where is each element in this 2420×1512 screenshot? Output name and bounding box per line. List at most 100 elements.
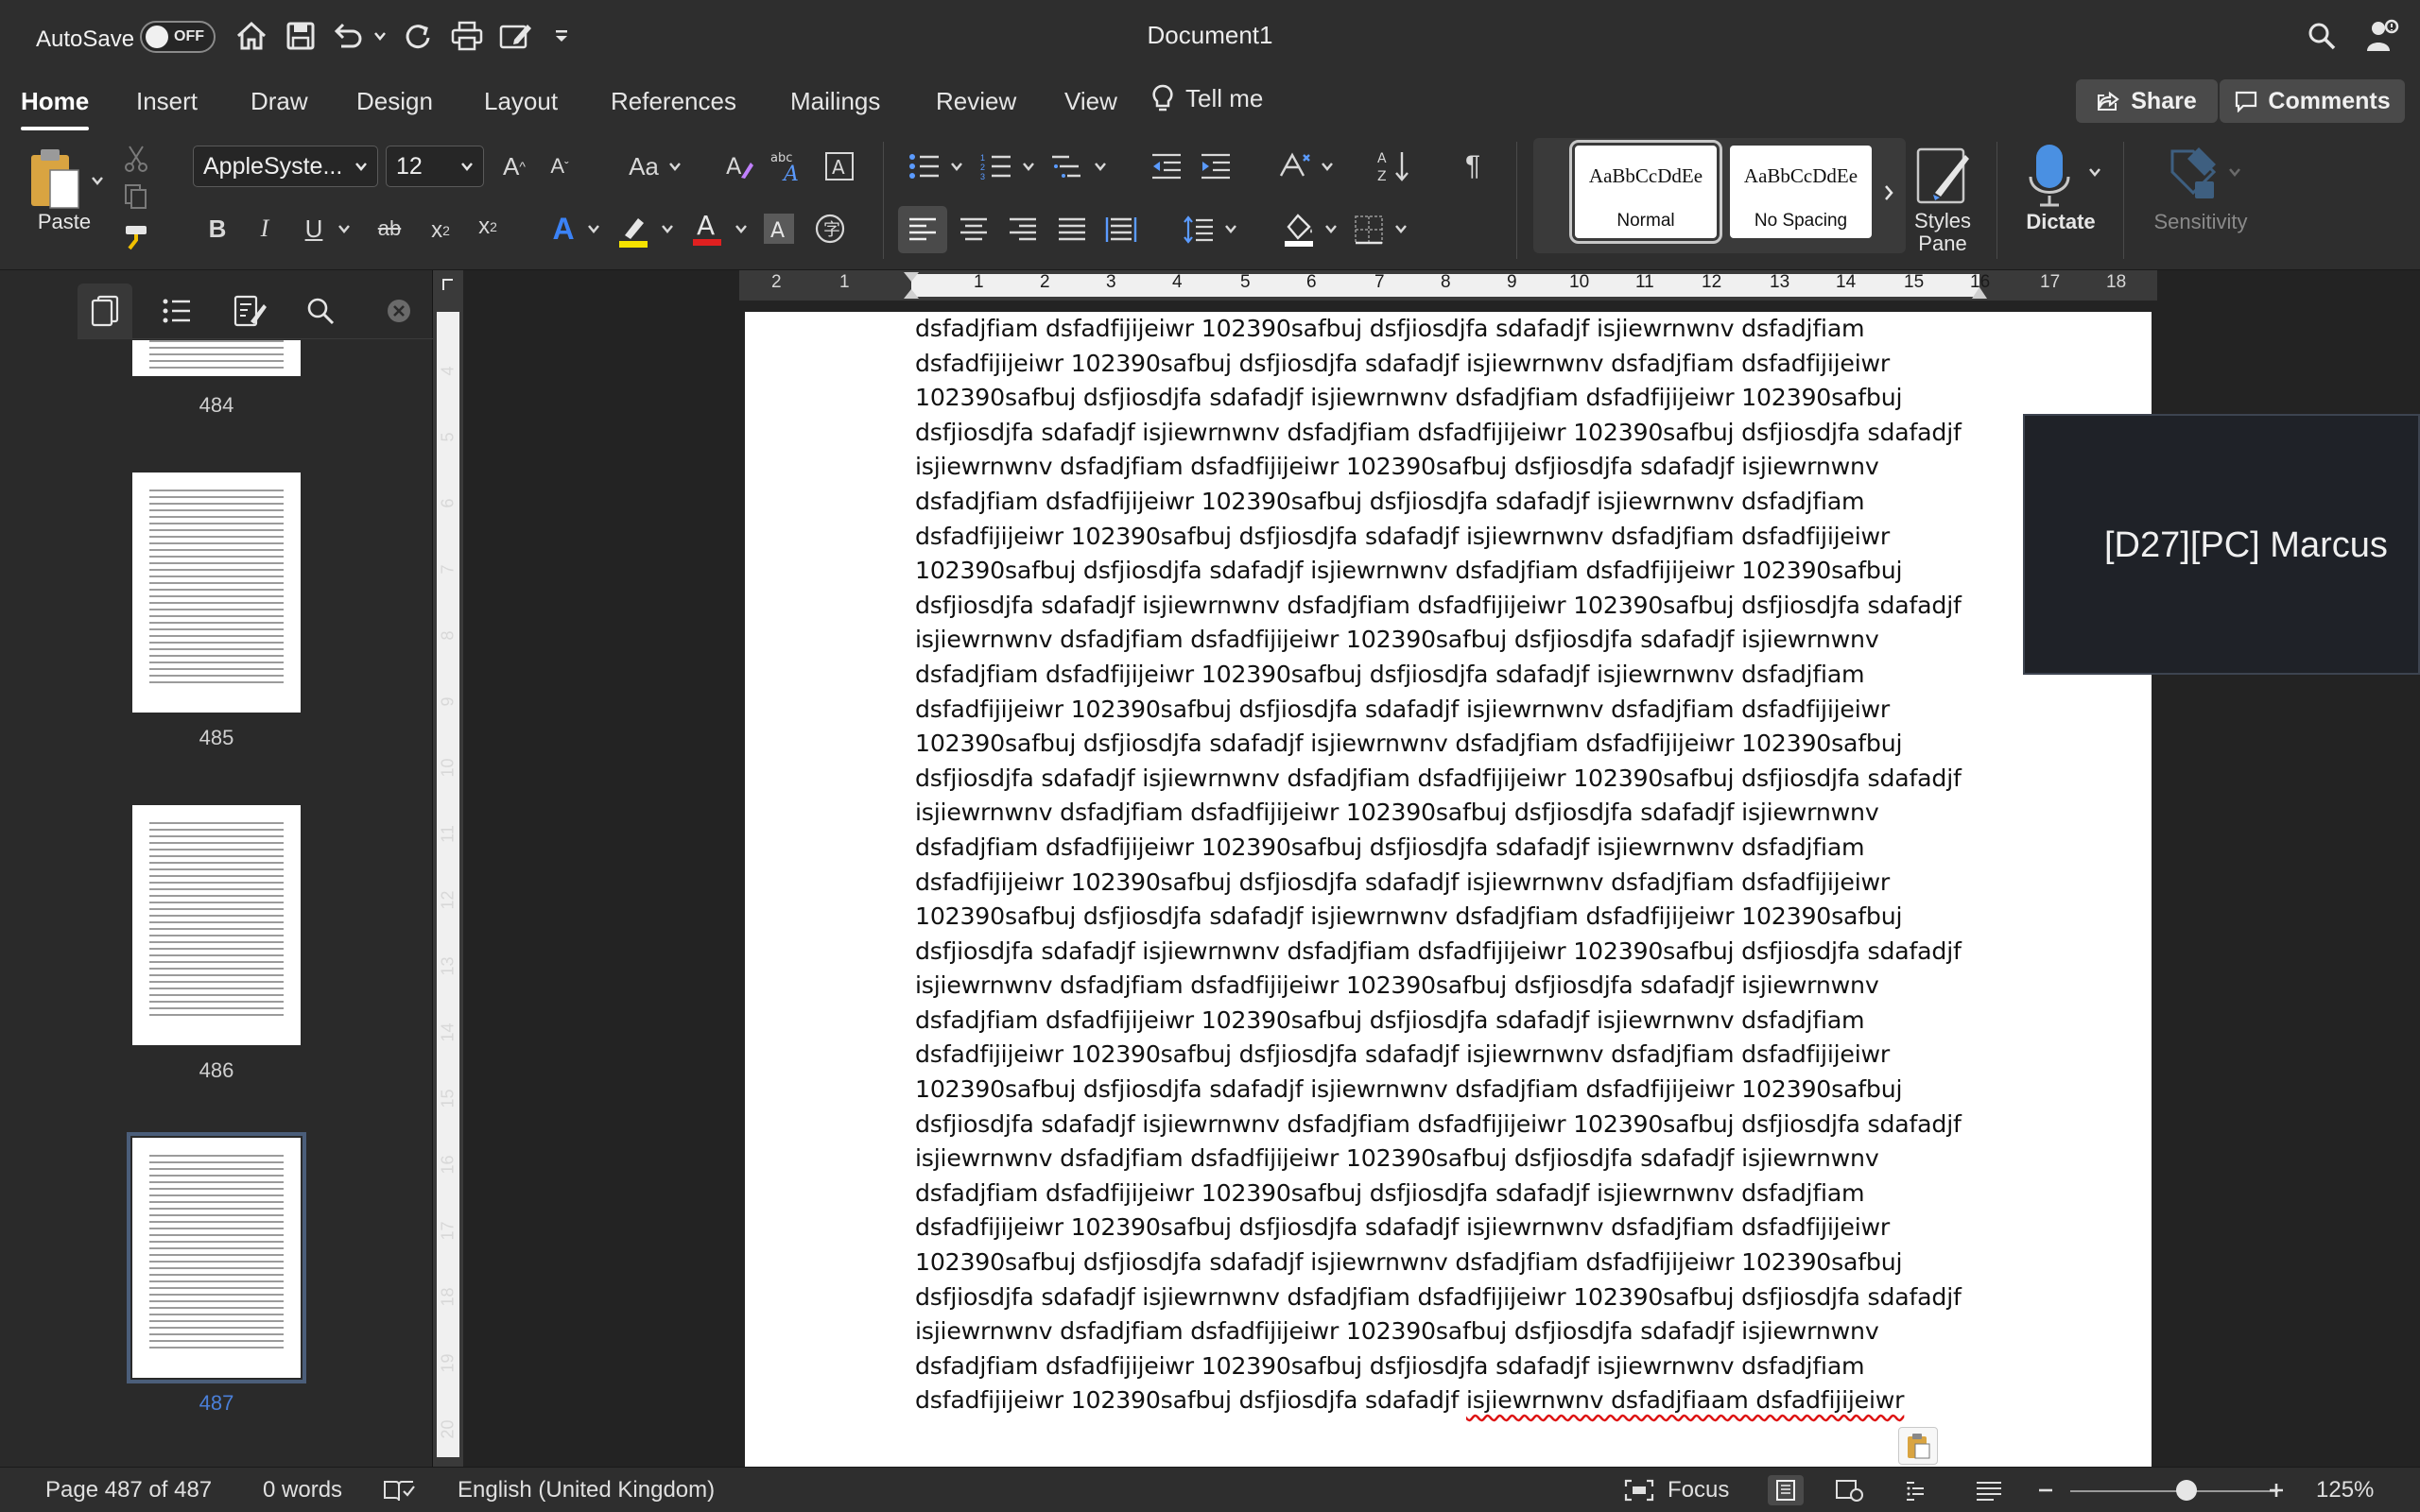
language[interactable]: English (United Kingdom) [458,1477,715,1503]
copy-icon[interactable] [119,180,153,214]
align-left-button[interactable] [898,206,947,253]
shrink-font-icon[interactable]: Aˇ [541,147,579,185]
bullets-dropdown-icon[interactable] [947,157,966,176]
text-effects-dropdown-icon[interactable] [584,219,603,238]
focus-label[interactable]: Focus [1668,1477,1729,1503]
page-thumbnail-484[interactable] [132,340,301,376]
zoom-out-icon[interactable] [2029,1477,2063,1503]
italic-button[interactable]: I [248,210,282,248]
tab-layout[interactable]: Layout [484,87,558,116]
dictate-dropdown-icon[interactable] [2083,161,2106,183]
style-normal[interactable]: AaBbCcDdEe Normal [1569,140,1722,244]
page-thumbnail-487[interactable] [127,1132,306,1383]
style-no-spacing[interactable]: AaBbCcDdEe No Spacing [1730,146,1872,238]
clear-formatting-icon[interactable]: A [720,147,758,185]
redo-icon[interactable] [397,17,439,55]
focus-icon[interactable] [1622,1477,1656,1503]
align-center-button[interactable] [955,210,993,249]
bold-button[interactable]: B [200,210,234,248]
zoom-in-icon[interactable] [2259,1477,2293,1503]
underline-dropdown-icon[interactable] [335,219,354,238]
tab-references[interactable]: References [611,87,736,116]
borders-icon[interactable] [1350,210,1388,249]
undo-dropdown-icon[interactable] [371,17,389,55]
tab-home[interactable]: Home [21,87,90,130]
print-layout-view-icon[interactable] [1768,1475,1804,1505]
sensitivity-icon[interactable] [2163,140,2223,206]
save-icon[interactable] [280,17,321,55]
zoom-slider-thumb[interactable] [2176,1480,2198,1501]
tell-me-search[interactable]: Tell me [1151,83,1263,113]
spelling-error-text[interactable]: isjiewrnwnv dsfadjfiaam dsfadfijijeiwr [1466,1386,1905,1414]
edit-doc-icon[interactable] [495,17,537,55]
superscript-button[interactable]: x2 [471,208,505,246]
enclose-characters-icon[interactable]: 字 [811,210,849,248]
asian-layout-dropdown-icon[interactable] [1318,157,1337,176]
page-thumbnail-486[interactable] [132,805,301,1045]
tab-view[interactable]: View [1064,87,1117,116]
page-count[interactable]: Page 487 of 487 [45,1477,212,1503]
increase-indent-icon[interactable] [1197,147,1235,185]
line-spacing-icon[interactable] [1180,210,1218,249]
share-button[interactable]: Share [2076,79,2218,123]
comments-button[interactable]: Comments [2220,79,2405,123]
thumbnails-icon[interactable] [78,284,132,338]
numbering-dropdown-icon[interactable] [1019,157,1038,176]
underline-button[interactable]: U [297,210,331,248]
font-color-dropdown-icon[interactable] [732,219,751,238]
zoom-level[interactable]: 125% [2316,1477,2374,1503]
tab-review[interactable]: Review [936,87,1016,116]
text-box-icon[interactable]: A [821,147,858,185]
shading-dropdown-icon[interactable] [1322,219,1340,238]
numbering-icon[interactable]: 123 [977,147,1015,185]
headings-icon[interactable] [149,284,204,338]
tab-insert[interactable]: Insert [136,87,198,116]
sort-icon[interactable]: AZ [1373,146,1414,187]
multilevel-dropdown-icon[interactable] [1091,157,1110,176]
autosave-toggle[interactable]: OFF [140,21,216,53]
undo-icon[interactable] [327,17,369,55]
text-effects-icon[interactable]: A [544,210,582,248]
decrease-indent-icon[interactable] [1148,147,1185,185]
close-icon[interactable] [380,284,418,338]
tab-draw[interactable]: Draw [251,87,308,116]
font-name-dropdown[interactable]: AppleSyste... [193,146,378,187]
paste-icon[interactable] [26,146,83,214]
subscript-button[interactable]: x2 [424,212,458,249]
web-layout-view-icon[interactable] [1832,1477,1866,1503]
highlight-dropdown-icon[interactable] [658,219,677,238]
multilevel-list-icon[interactable] [1047,147,1085,185]
paste-dropdown-icon[interactable] [85,168,110,193]
proofing-icon[interactable] [382,1477,416,1503]
document-page[interactable]: dsfadjfiam dsfadfijijeiwr 102390safbuj d… [745,312,2152,1467]
first-line-indent-marker[interactable] [902,270,921,301]
paste-options-button[interactable] [1898,1427,1938,1465]
search-icon[interactable] [293,284,348,338]
character-shading-icon[interactable]: A [762,212,796,246]
page-thumbnail-485[interactable] [132,472,301,713]
word-count[interactable]: 0 words [263,1477,342,1503]
bullets-icon[interactable] [906,147,943,185]
document-body[interactable]: dsfadjfiam dsfadfijijeiwr 102390safbuj d… [915,312,1964,1446]
outline-view-icon[interactable] [1902,1477,1936,1503]
format-painter-icon[interactable] [119,221,153,255]
grow-font-icon[interactable]: A ^ [495,147,533,185]
borders-dropdown-icon[interactable] [1392,219,1410,238]
spelling-icon[interactable]: abc A [769,146,807,187]
print-icon[interactable] [446,17,488,55]
draft-view-icon[interactable] [1972,1477,2006,1503]
tab-selector-icon[interactable] [435,270,461,299]
styles-gallery-more-icon[interactable] [1877,174,1900,212]
line-spacing-dropdown-icon[interactable] [1221,219,1240,238]
highlight-color-icon[interactable] [614,210,652,251]
tab-mailings[interactable]: Mailings [790,87,880,116]
show-formatting-marks-icon[interactable]: ¶ [1454,146,1492,187]
cut-icon[interactable] [119,142,153,176]
home-icon[interactable] [231,17,272,55]
account-icon[interactable] [2360,17,2405,55]
strikethrough-button[interactable]: ab [371,210,408,248]
right-indent-marker[interactable] [1970,282,1989,301]
change-case-dropdown-icon[interactable] [666,157,684,176]
search-icon[interactable] [2301,17,2342,55]
align-right-button[interactable] [1004,210,1042,249]
